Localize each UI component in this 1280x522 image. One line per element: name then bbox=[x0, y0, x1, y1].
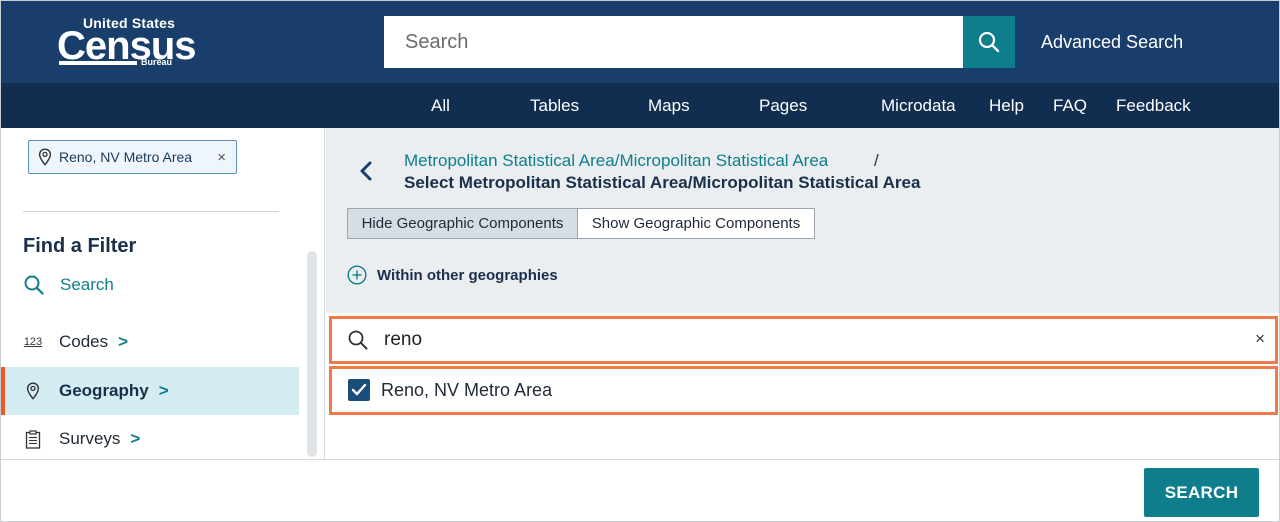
sidebar-item-label: Codes bbox=[59, 332, 109, 351]
sidebar-item-label: Geography bbox=[59, 381, 149, 400]
within-label: Within other geographies bbox=[377, 266, 558, 284]
hide-components-button[interactable]: Hide Geographic Components bbox=[347, 208, 578, 239]
within-other-geographies[interactable]: Within other geographies bbox=[347, 264, 558, 286]
advanced-search-link[interactable]: Advanced Search bbox=[1041, 32, 1183, 53]
search-icon bbox=[24, 275, 44, 295]
sidebar-search-label: Search bbox=[60, 275, 114, 294]
find-filter-title: Find a Filter bbox=[23, 235, 137, 257]
panel-header: Metropolitan Statistical Area/Micropolit… bbox=[326, 128, 1279, 313]
checkmark-icon bbox=[351, 383, 367, 396]
filter-results: Reno, NV Metro Area bbox=[329, 366, 1278, 415]
nav-bar: All Tables Maps Pages Microdata Help FAQ… bbox=[1, 83, 1279, 128]
logo-underline bbox=[59, 61, 137, 65]
checkbox-checked[interactable] bbox=[348, 379, 370, 401]
chip-label: Reno, NV Metro Area bbox=[59, 149, 193, 165]
logo-line-3: Bureau bbox=[141, 57, 173, 67]
geography-filter-input[interactable] bbox=[384, 325, 1214, 355]
back-button[interactable] bbox=[358, 160, 374, 182]
result-item[interactable]: Reno, NV Metro Area bbox=[348, 375, 552, 405]
header-bar: United States Census Bureau Advanced Sea… bbox=[1, 1, 1279, 83]
sidebar-search-link[interactable]: Search bbox=[23, 274, 114, 296]
nav-maps[interactable]: Maps bbox=[648, 96, 690, 116]
nav-pages[interactable]: Pages bbox=[759, 96, 807, 116]
global-search-button[interactable] bbox=[963, 16, 1015, 68]
nav-microdata[interactable]: Microdata bbox=[881, 96, 956, 116]
plus-circle-icon bbox=[347, 265, 367, 285]
geography-panel: Metropolitan Statistical Area/Micropolit… bbox=[326, 128, 1279, 459]
census-logo[interactable]: United States Census Bureau bbox=[57, 15, 196, 71]
breadcrumb-current: Select Metropolitan Statistical Area/Mic… bbox=[404, 173, 921, 192]
codes-123-icon: 123 bbox=[23, 336, 43, 348]
sidebar-item-codes[interactable]: 123 Codes > bbox=[1, 318, 299, 366]
chevron-right-icon: > bbox=[118, 332, 129, 351]
chevron-right-icon: > bbox=[158, 381, 169, 400]
sidebar-item-geography[interactable]: Geography > bbox=[1, 367, 299, 415]
codes-icon-text: 123 bbox=[23, 336, 43, 348]
search-submit-button[interactable]: SEARCH bbox=[1144, 468, 1259, 517]
breadcrumb-separator: / bbox=[874, 151, 879, 170]
nav-all[interactable]: All bbox=[431, 96, 450, 116]
active-indicator bbox=[1, 367, 5, 415]
sidebar-item-surveys[interactable]: Surveys > bbox=[1, 415, 299, 463]
nav-help[interactable]: Help bbox=[989, 96, 1024, 116]
chip-remove-button[interactable]: × bbox=[217, 149, 226, 166]
nav-feedback[interactable]: Feedback bbox=[1116, 96, 1191, 116]
clipboard-icon bbox=[23, 429, 43, 449]
search-icon bbox=[978, 31, 1000, 53]
filter-sidebar: Reno, NV Metro Area × Find a Filter Sear… bbox=[1, 128, 325, 459]
location-pin-icon bbox=[38, 148, 52, 166]
result-label: Reno, NV Metro Area bbox=[381, 379, 553, 400]
selected-filter-chip[interactable]: Reno, NV Metro Area × bbox=[28, 140, 237, 174]
global-search-input[interactable] bbox=[384, 16, 963, 68]
sidebar-divider bbox=[23, 211, 279, 212]
show-components-button[interactable]: Show Geographic Components bbox=[577, 208, 815, 239]
geography-filter-box: × bbox=[329, 316, 1278, 364]
chevron-right-icon: > bbox=[130, 429, 141, 448]
nav-faq[interactable]: FAQ bbox=[1053, 96, 1087, 116]
nav-tables[interactable]: Tables bbox=[530, 96, 579, 116]
search-icon bbox=[347, 329, 369, 351]
sidebar-scrollbar[interactable] bbox=[307, 251, 317, 457]
breadcrumb-link[interactable]: Metropolitan Statistical Area/Micropolit… bbox=[404, 151, 828, 171]
clear-filter-button[interactable]: × bbox=[1255, 329, 1265, 349]
location-pin-icon bbox=[23, 382, 43, 400]
sidebar-item-label: Surveys bbox=[59, 429, 121, 448]
chevron-left-icon bbox=[360, 161, 372, 181]
census-page: United States Census Bureau Advanced Sea… bbox=[0, 0, 1280, 522]
footer-bar: SEARCH bbox=[1, 459, 1279, 521]
